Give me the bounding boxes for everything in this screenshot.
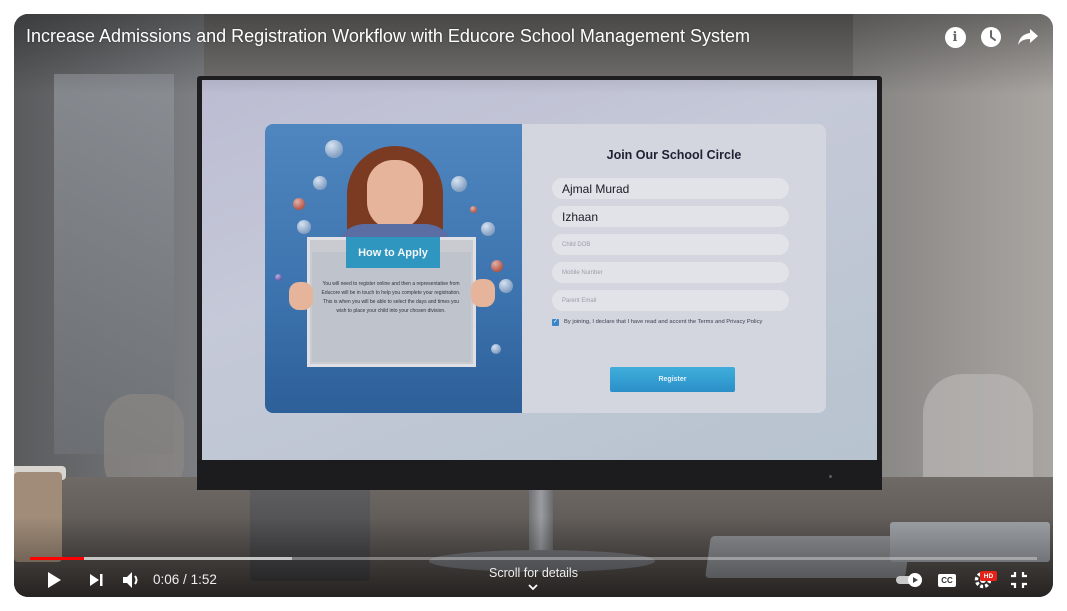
progress-bar[interactable] (30, 557, 1037, 560)
captions-button[interactable]: CC (935, 568, 959, 592)
bubble (491, 260, 503, 272)
info-button[interactable]: i (943, 25, 967, 49)
share-button[interactable] (1016, 25, 1040, 49)
register-button: Register (610, 367, 735, 392)
bubble (499, 279, 513, 293)
captions-icon: CC (938, 573, 956, 587)
bubble (313, 176, 327, 190)
exit-fullscreen-button[interactable] (1007, 568, 1031, 592)
bubble (470, 206, 477, 213)
progress-played (30, 557, 85, 560)
autoplay-toggle-icon (896, 573, 922, 587)
how-to-apply-panel: How to Apply You will need to register o… (265, 124, 522, 413)
mobile-number-field: Mobile Number (552, 262, 789, 283)
autoplay-toggle[interactable] (894, 568, 926, 592)
form-title: Join Our School Circle (606, 148, 742, 162)
bubble (275, 274, 282, 281)
monitor-bezel (197, 460, 882, 490)
parent-name-field: Ajmal Murad (552, 178, 789, 199)
illustration-woman-face (367, 160, 423, 230)
registration-form: Join Our School Circle Ajmal Murad Izhaa… (522, 124, 826, 413)
watch-later-button[interactable] (979, 25, 1003, 49)
bubble (325, 140, 343, 158)
terms-checkbox-row: ✓ By joining, I declare that I have read… (552, 318, 782, 327)
monitor-screen: How to Apply You will need to register o… (202, 80, 877, 460)
bubble (491, 344, 501, 354)
hd-badge: HD (980, 571, 997, 581)
apply-instructions: You will need to register online and the… (321, 281, 461, 314)
illustration-hand-right (471, 279, 495, 307)
video-player[interactable]: How to Apply You will need to register o… (14, 14, 1053, 597)
illustration-hand-left (289, 282, 313, 310)
video-title[interactable]: Increase Admissions and Registration Wor… (26, 26, 750, 47)
watch-later-icon (981, 27, 1001, 47)
chevron-down-icon[interactable] (526, 582, 540, 592)
bubble (297, 220, 311, 234)
info-icon: i (944, 26, 966, 48)
checkbox-checked-icon: ✓ (552, 319, 559, 326)
child-dob-field: Child DOB (552, 234, 789, 255)
bubble (481, 222, 495, 236)
monitor-led (829, 475, 832, 478)
child-name-field: Izhaan (552, 206, 789, 227)
bubble (293, 198, 305, 210)
monitor: How to Apply You will need to register o… (197, 76, 882, 490)
registration-card: How to Apply You will need to register o… (265, 124, 826, 413)
exit-fullscreen-icon (1011, 572, 1027, 588)
bubble (451, 176, 467, 192)
apply-heading: How to Apply (346, 237, 440, 268)
share-icon (1018, 29, 1038, 45)
terms-text: By joining, I declare that I have read a… (564, 319, 763, 325)
parent-email-field: Parent Email (552, 290, 789, 311)
